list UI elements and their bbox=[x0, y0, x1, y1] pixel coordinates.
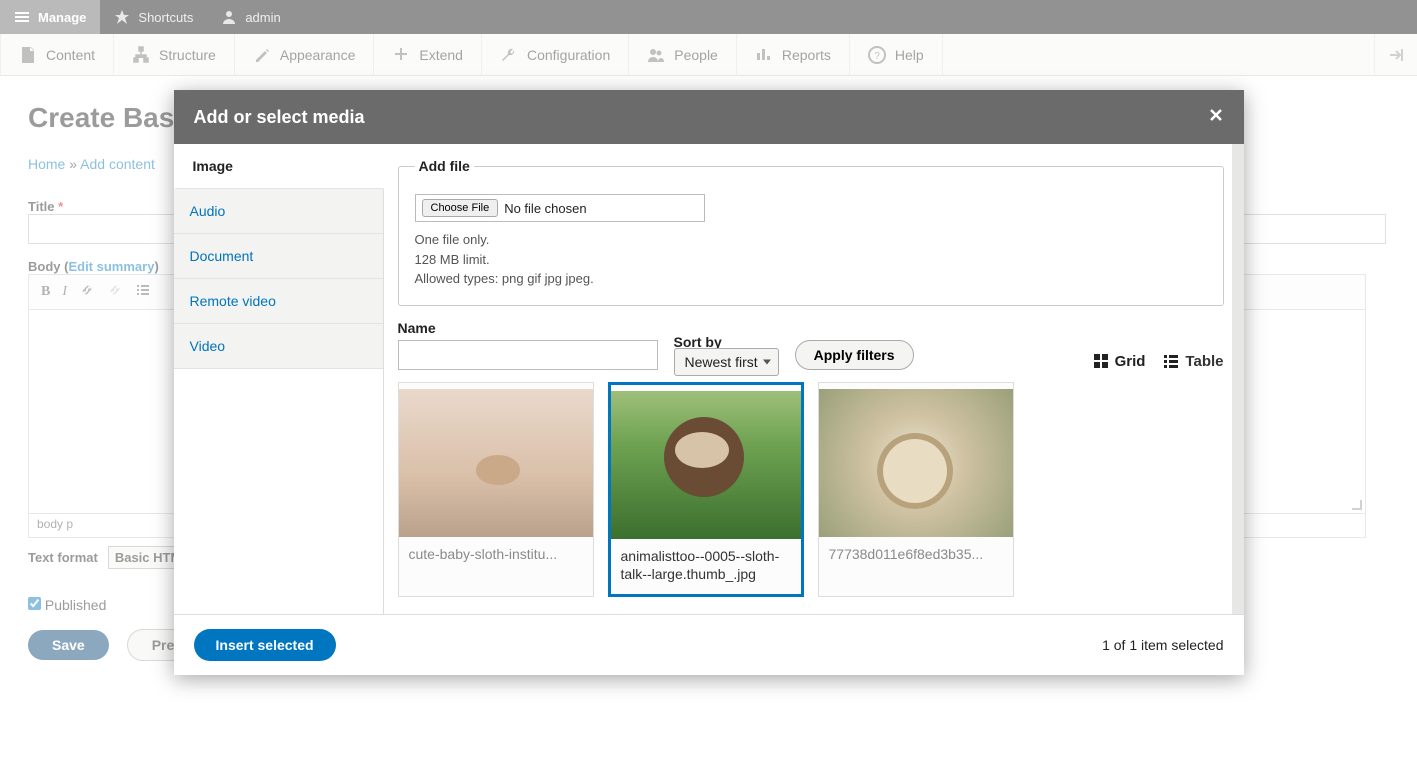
add-file-fieldset: Add file Choose File No file chosen One … bbox=[398, 158, 1224, 306]
apply-filters-button[interactable]: Apply filters bbox=[795, 340, 914, 370]
file-hint-2: 128 MB limit. bbox=[415, 250, 1207, 270]
media-caption: animalisttoo--0005--sloth-talk--large.th… bbox=[611, 539, 801, 587]
table-icon bbox=[1163, 353, 1179, 369]
media-caption: cute-baby-sloth-institu... bbox=[399, 537, 593, 566]
media-card[interactable]: ✓ animalisttoo--0005--sloth-talk--large.… bbox=[608, 382, 804, 598]
add-file-legend: Add file bbox=[415, 158, 474, 174]
media-modal: Add or select media Image Audio Document… bbox=[174, 90, 1244, 675]
media-tab-video[interactable]: Video bbox=[174, 324, 383, 369]
selection-status: 1 of 1 item selected bbox=[1102, 637, 1223, 653]
media-caption: 77738d011e6f8ed3b35... bbox=[819, 537, 1013, 566]
choose-file-button[interactable]: Choose File bbox=[422, 199, 499, 217]
media-tab-image[interactable]: Image bbox=[174, 144, 384, 189]
modal-overlay: Add or select media Image Audio Document… bbox=[0, 0, 1417, 763]
file-hint-1: One file only. bbox=[415, 230, 1207, 250]
file-chosen-label: No file chosen bbox=[504, 201, 586, 216]
media-thumb bbox=[399, 389, 593, 537]
media-grid: cute-baby-sloth-institu... ✓ animalistto… bbox=[398, 382, 1224, 598]
file-input-row: Choose File No file chosen bbox=[415, 194, 705, 222]
view-table[interactable]: Table bbox=[1163, 353, 1223, 370]
grid-icon bbox=[1093, 353, 1109, 369]
media-card[interactable]: cute-baby-sloth-institu... bbox=[398, 382, 594, 598]
file-hint-3: Allowed types: png gif jpg jpeg. bbox=[415, 269, 1207, 289]
media-thumb bbox=[611, 391, 801, 539]
close-icon bbox=[1208, 107, 1224, 123]
view-grid[interactable]: Grid bbox=[1093, 353, 1146, 370]
name-filter-label: Name bbox=[398, 320, 658, 336]
modal-footer: Insert selected 1 of 1 item selected bbox=[174, 614, 1244, 675]
insert-selected-button[interactable]: Insert selected bbox=[194, 629, 336, 661]
modal-title: Add or select media bbox=[194, 107, 365, 128]
media-tab-remote-video[interactable]: Remote video bbox=[174, 279, 383, 324]
modal-header: Add or select media bbox=[174, 90, 1244, 144]
name-filter-input[interactable] bbox=[398, 340, 658, 370]
media-card[interactable]: 77738d011e6f8ed3b35... bbox=[818, 382, 1014, 598]
media-thumb bbox=[819, 389, 1013, 537]
modal-close-button[interactable] bbox=[1208, 106, 1224, 129]
sort-select[interactable]: Newest first bbox=[674, 348, 779, 376]
media-tab-audio[interactable]: Audio bbox=[174, 189, 383, 234]
modal-main: Add file Choose File No file chosen One … bbox=[384, 144, 1244, 614]
media-tab-document[interactable]: Document bbox=[174, 234, 383, 279]
modal-sidebar: Image Audio Document Remote video Video bbox=[174, 144, 384, 614]
filter-row: Name Sort by Newest first Apply filters bbox=[398, 320, 1224, 370]
